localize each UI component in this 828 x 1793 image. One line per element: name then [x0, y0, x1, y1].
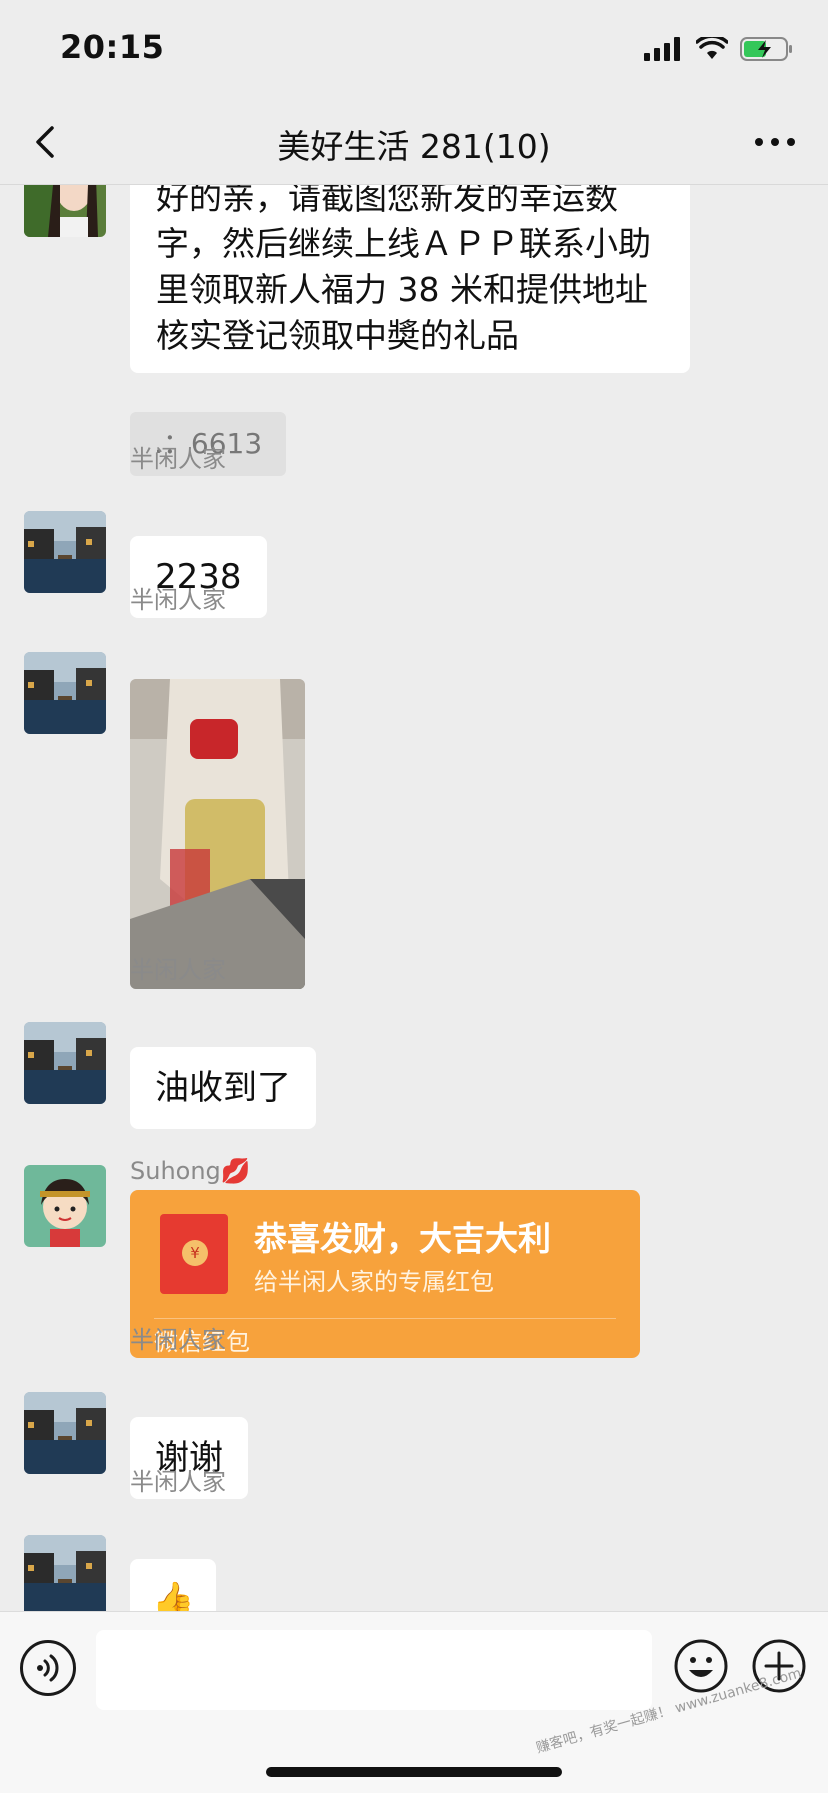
sender-name: 半闲人家 — [130, 445, 226, 473]
divider — [154, 1318, 616, 1319]
message-text: 好的亲，请截图您新发的幸运数字，然后继续上线ＡＰＰ联系小助里领取新人福力 38 … — [156, 185, 651, 355]
sender-name: Suhong💋 — [130, 1157, 251, 1185]
thumbs-up-emoji-icon: 👍 — [152, 1580, 195, 1611]
red-packet-subtitle: 给半闲人家的专属红包 — [254, 1268, 494, 1296]
voice-input-button[interactable] — [20, 1640, 76, 1696]
canal-town-avatar-icon — [24, 1535, 106, 1611]
voice-waves-icon — [37, 1654, 59, 1682]
red-envelope-icon: ¥ — [160, 1214, 228, 1294]
oil-bottle-photo-icon — [130, 679, 305, 989]
cartoon-girl-avatar-icon — [24, 1165, 106, 1247]
message-bubble[interactable]: 油收到了 — [130, 1047, 316, 1129]
canal-town-avatar-icon — [24, 511, 106, 593]
home-indicator[interactable] — [266, 1767, 562, 1777]
more-options-icon[interactable] — [750, 118, 800, 166]
sender-name: 半闲人家 — [130, 1468, 226, 1496]
sender-name: 半闲人家 — [130, 586, 226, 614]
chat-header: 美好生活 281(10) — [0, 100, 828, 185]
avatar-canal[interactable] — [24, 652, 106, 734]
status-bar: 20:15 — [0, 0, 828, 100]
photo-message-oil-bottle[interactable] — [130, 679, 305, 989]
message-bubble[interactable]: 👍 — [130, 1559, 217, 1611]
wifi-icon — [696, 37, 728, 59]
battery-charging-icon — [740, 37, 792, 61]
avatar-canal[interactable] — [24, 1392, 106, 1474]
avatar-canal[interactable] — [24, 1535, 106, 1611]
red-packet-title: 恭喜发财，大吉大利 — [254, 1219, 551, 1258]
canal-town-avatar-icon — [24, 652, 106, 734]
cellular-signal-icon — [644, 37, 680, 61]
message-text: 油收到了 — [155, 1068, 291, 1108]
sender-name: 半闲人家 — [130, 956, 226, 984]
sender-name: 半闲人家 — [130, 1326, 226, 1354]
chat-title[interactable]: 美好生活 281(10) — [0, 120, 828, 168]
message-list[interactable]: 好的亲，请截图您新发的幸运数字，然后继续上线ＡＰＰ联系小助里领取新人福力 38 … — [0, 185, 828, 1611]
canal-town-avatar-icon — [24, 1392, 106, 1474]
message-input[interactable] — [96, 1630, 652, 1710]
avatar-canal[interactable] — [24, 1022, 106, 1104]
avatar-suhong[interactable] — [24, 1165, 106, 1247]
avatar-girl[interactable] — [24, 185, 106, 237]
yuan-coin-icon: ¥ — [182, 1240, 208, 1266]
status-time: 20:15 — [60, 28, 165, 66]
canal-town-avatar-icon — [24, 1022, 106, 1104]
avatar-canal[interactable] — [24, 511, 106, 593]
status-icons — [644, 34, 794, 64]
girl-portrait-icon — [24, 185, 106, 237]
message-bubble[interactable]: 好的亲，请截图您新发的幸运数字，然后继续上线ＡＰＰ联系小助里领取新人福力 38 … — [130, 185, 690, 373]
